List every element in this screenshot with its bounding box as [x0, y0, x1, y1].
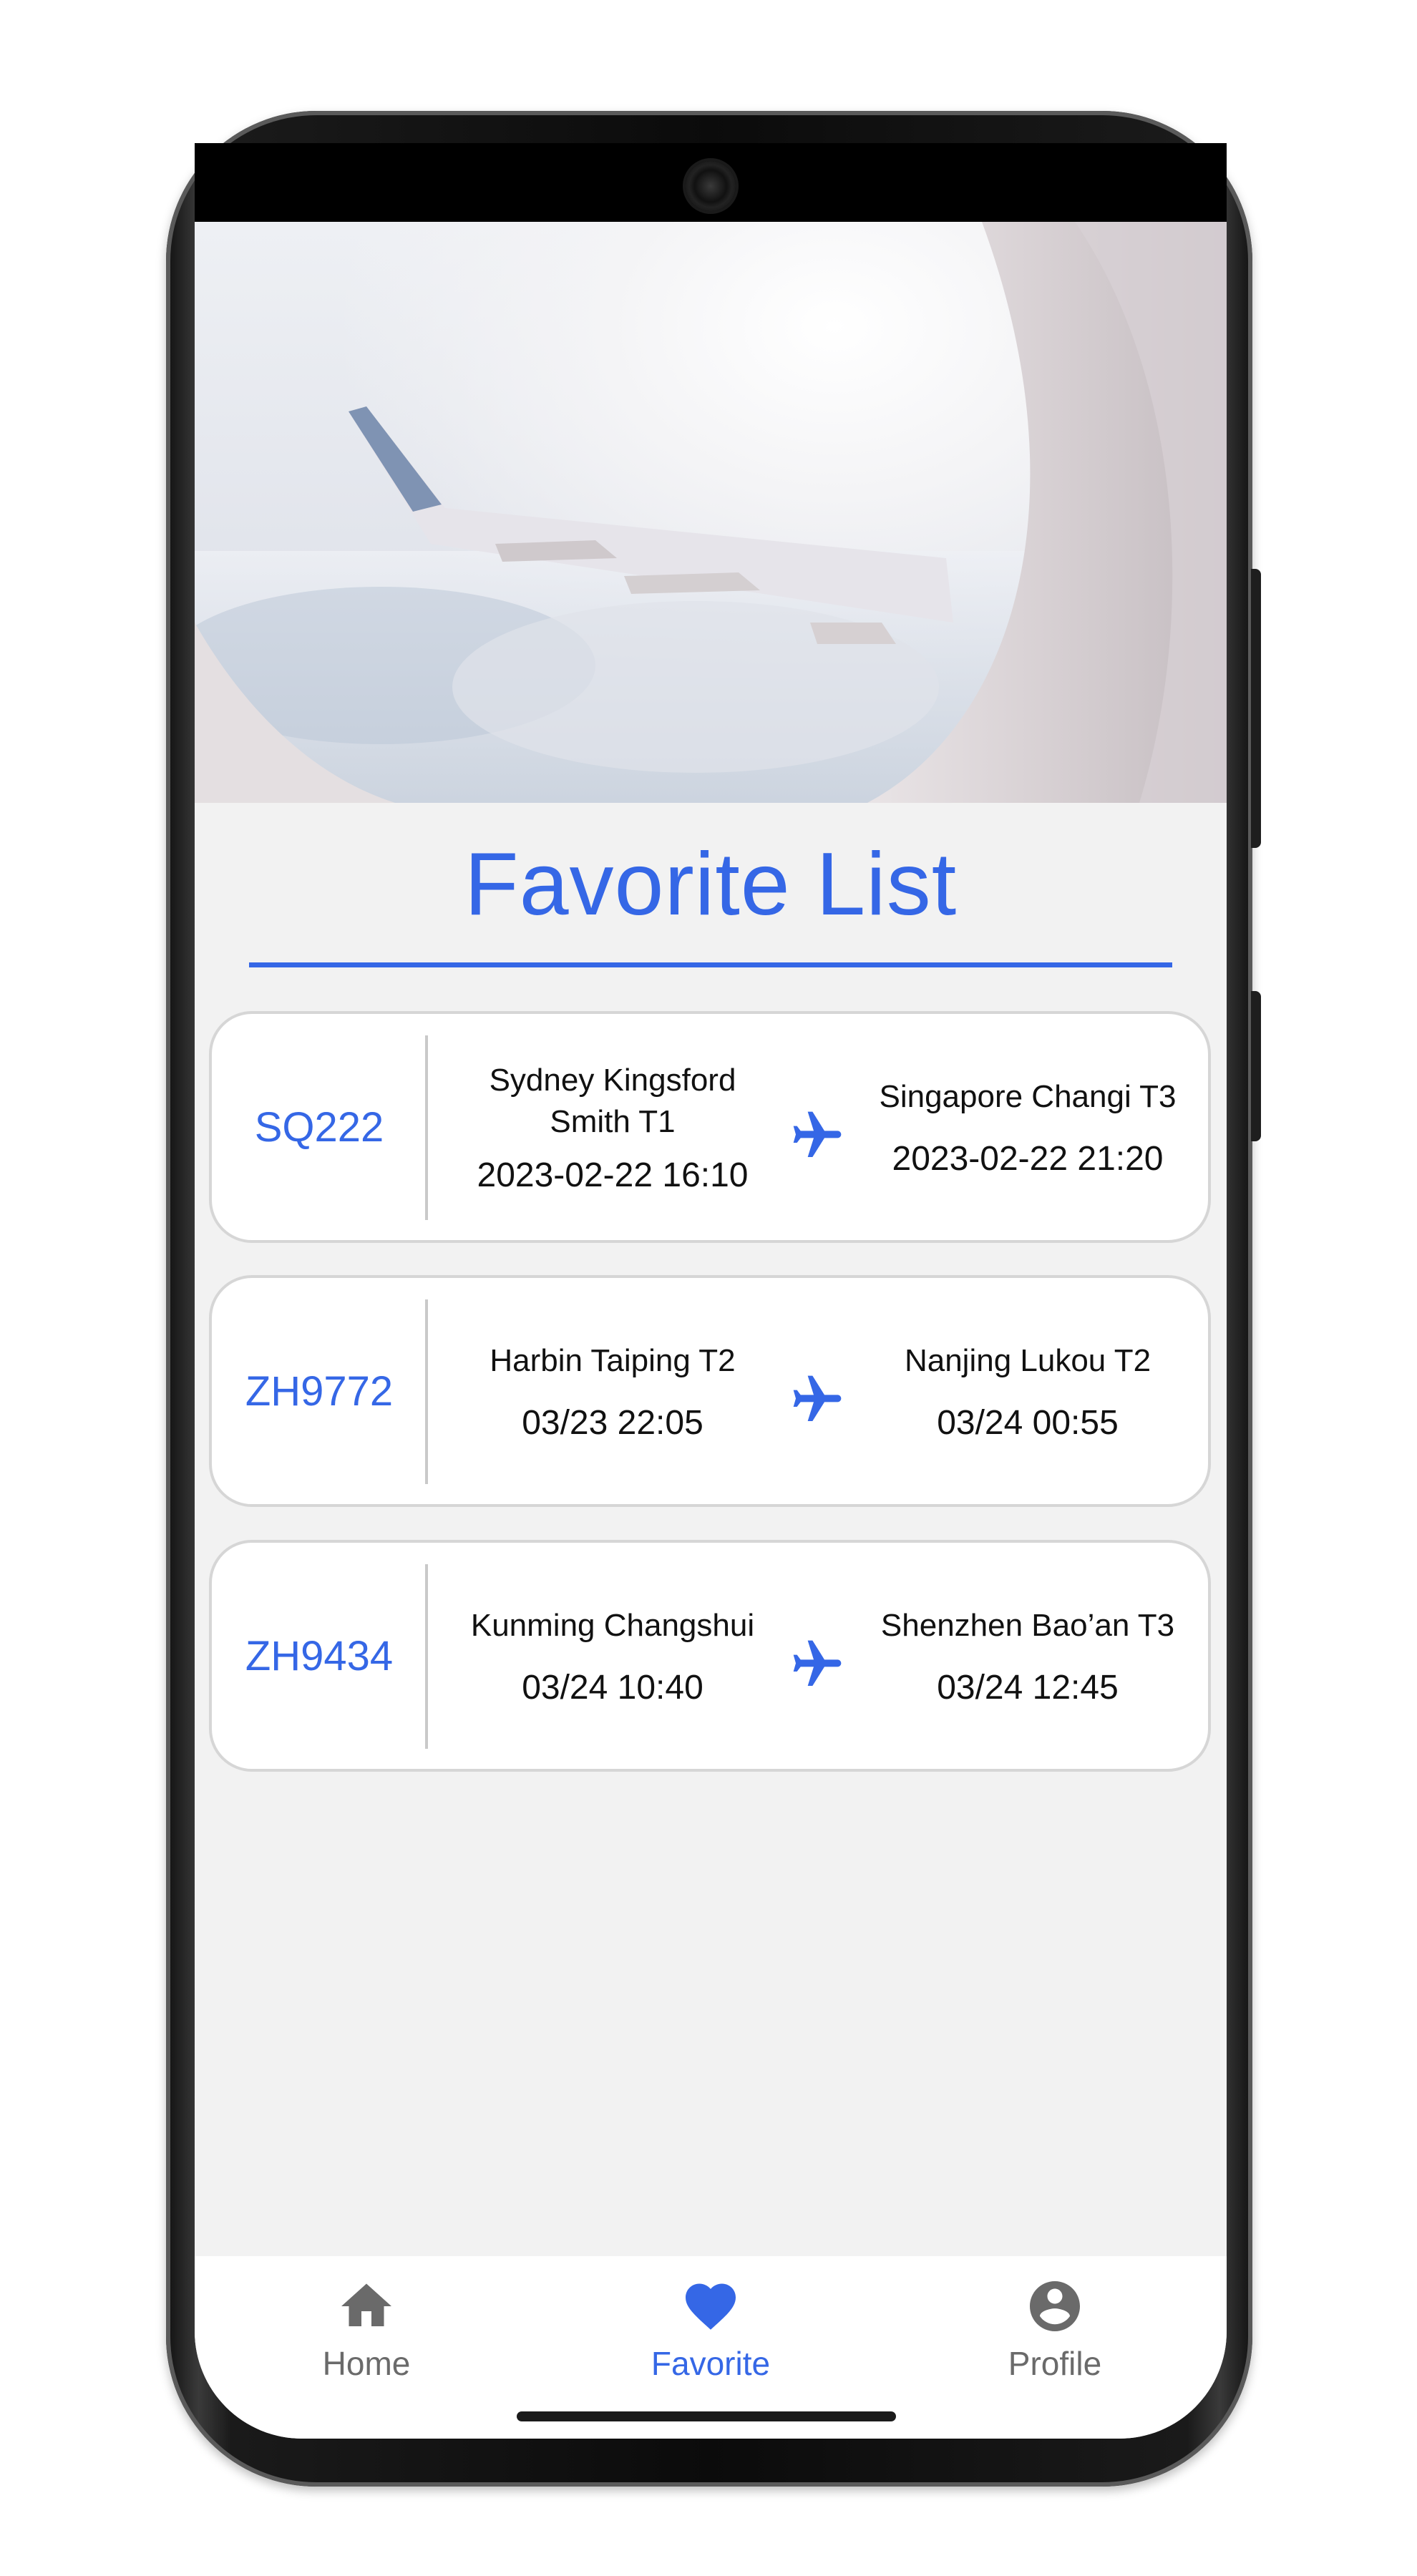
- nav-home-label: Home: [322, 2345, 411, 2382]
- flight-card[interactable]: ZH9434 Kunming Changshui 03/24 10:40 She…: [209, 1540, 1211, 1772]
- arrival-info: Singapore Changi T3 2023-02-22 21:20: [856, 1014, 1199, 1240]
- device-mockup: Favorite List SQ222 Sydney Kingsford Smi…: [0, 0, 1417, 2576]
- departure-station-line-1: Sydney Kingsford: [489, 1062, 736, 1098]
- arrival-station: Shenzhen Bao’an T3: [880, 1607, 1175, 1643]
- arrival-station: Singapore Changi T3: [879, 1078, 1177, 1114]
- arrival-time: 2023-02-22 21:20: [892, 1139, 1164, 1178]
- flight-card[interactable]: SQ222 Sydney Kingsford Smith T1 2023-02-…: [209, 1011, 1211, 1243]
- departure-time: 2023-02-22 16:10: [477, 1156, 749, 1194]
- departure-time: 03/23 22:05: [522, 1403, 703, 1442]
- nav-favorite-label: Favorite: [651, 2345, 771, 2382]
- airplane-icon: [793, 1111, 842, 1157]
- card-divider: [425, 1035, 428, 1220]
- departure-time: 03/24 10:40: [522, 1668, 703, 1707]
- card-divider: [425, 1564, 428, 1749]
- volume-button: [1251, 569, 1261, 848]
- title-underline: [249, 962, 1172, 967]
- card-divider: [425, 1299, 428, 1484]
- nav-profile-label: Profile: [1008, 2345, 1102, 2382]
- flight-code: ZH9434: [245, 1632, 394, 1679]
- arrival-time: 03/24 00:55: [937, 1403, 1119, 1442]
- departure-info: Harbin Taiping T2 03/23 22:05: [434, 1278, 792, 1504]
- heart-icon: [686, 2283, 736, 2330]
- arrival-info: Shenzhen Bao’an T3 03/24 12:45: [856, 1543, 1199, 1769]
- nav-home[interactable]: Home: [259, 2276, 474, 2383]
- home-indicator[interactable]: [517, 2411, 896, 2421]
- departure-station: Sydney Kingsford Smith T1: [490, 1060, 736, 1143]
- airplane-wing-image: [195, 222, 1227, 803]
- arrival-station: Nanjing Lukou T2: [904, 1342, 1151, 1378]
- departure-info: Kunming Changshui 03/24 10:40: [434, 1543, 792, 1769]
- departure-station-line-2: Smith T1: [550, 1103, 676, 1139]
- departure-station: Harbin Taiping T2: [490, 1342, 736, 1378]
- hero-image: [195, 222, 1227, 803]
- front-camera: [686, 161, 736, 211]
- flight-code: ZH9772: [245, 1367, 394, 1415]
- flight-code: SQ222: [254, 1103, 384, 1151]
- departure-info: Sydney Kingsford Smith T1 2023-02-22 16:…: [434, 1014, 792, 1240]
- power-button: [1251, 991, 1261, 1141]
- app-screen: Favorite List SQ222 Sydney Kingsford Smi…: [195, 222, 1227, 2439]
- page-title: Favorite List: [464, 835, 958, 934]
- home-icon: [341, 2283, 391, 2326]
- airplane-icon: [793, 1640, 842, 1686]
- account-circle-icon: [1030, 2281, 1080, 2331]
- departure-station: Kunming Changshui: [470, 1607, 755, 1643]
- arrival-info: Nanjing Lukou T2 03/24 00:55: [856, 1278, 1199, 1504]
- nav-profile[interactable]: Profile: [948, 2276, 1162, 2383]
- nav-favorite[interactable]: Favorite: [603, 2276, 818, 2383]
- airplane-icon: [793, 1375, 842, 1421]
- flight-card[interactable]: ZH9772 Harbin Taiping T2 03/23 22:05 Nan…: [209, 1275, 1211, 1507]
- arrival-time: 03/24 12:45: [937, 1668, 1119, 1707]
